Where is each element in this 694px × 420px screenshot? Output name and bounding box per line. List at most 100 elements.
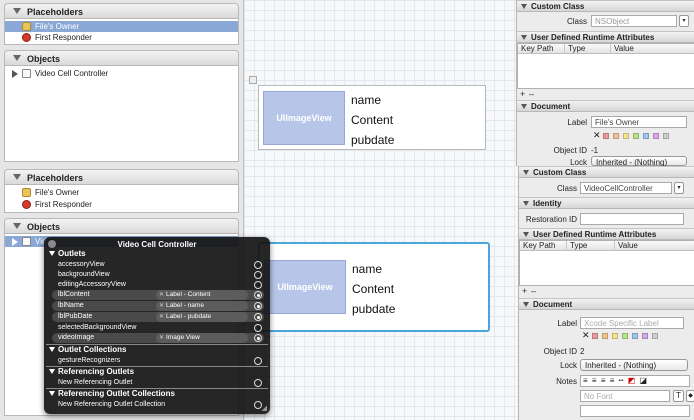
hud-section-referencing-outlet-collections[interactable]: Referencing Outlet Collections bbox=[46, 389, 268, 399]
hud-outlet-row-connected[interactable]: lblContent ✕ Label - Content bbox=[52, 290, 264, 300]
font-size-stepper[interactable]: ◆ bbox=[686, 390, 694, 402]
connection-circle-icon[interactable] bbox=[254, 334, 262, 342]
disclosure-triangle-icon[interactable] bbox=[12, 238, 18, 246]
top-class-dropdown[interactable]: ▾ bbox=[679, 15, 689, 27]
hud-outlet-row-connected[interactable]: lblPubDate ✕ Label - pubdate bbox=[52, 312, 264, 322]
align-justify-icon[interactable]: ≡ bbox=[610, 376, 616, 385]
top-add-attribute-button[interactable]: + bbox=[520, 89, 525, 99]
top-class-field[interactable]: NSObject bbox=[591, 15, 677, 27]
resize-handle[interactable] bbox=[249, 76, 257, 84]
top-udra-table[interactable]: Key Path Type Value bbox=[517, 43, 694, 89]
hud-section-outlets[interactable]: Outlets bbox=[46, 249, 268, 259]
align-center-icon[interactable]: ≡ bbox=[592, 376, 598, 385]
color-swatch-gray[interactable] bbox=[663, 133, 669, 139]
bottom-font-field[interactable]: No Font bbox=[580, 390, 670, 402]
connection-circle-icon[interactable] bbox=[254, 379, 262, 387]
connection-target-pill[interactable]: ✕ Image View bbox=[156, 333, 248, 343]
align-right-icon[interactable]: ≡ bbox=[601, 376, 607, 385]
bottom-lock-popup[interactable]: Inherited - (Nothing) bbox=[580, 359, 688, 371]
disconnect-icon[interactable]: ✕ bbox=[159, 290, 164, 300]
top-image-view[interactable]: UIImageView bbox=[263, 91, 345, 145]
color-swatch-red[interactable] bbox=[592, 333, 598, 339]
connection-circle-icon[interactable] bbox=[254, 302, 262, 310]
bottom-identity-header[interactable]: Identity bbox=[519, 197, 694, 209]
outline-item-files-owner[interactable]: File's Owner bbox=[5, 187, 238, 198]
color-swatch-yellow[interactable] bbox=[612, 333, 618, 339]
outline-item-video-cell-controller[interactable]: Video Cell Controller bbox=[5, 68, 238, 79]
bottom-class-field[interactable]: VideoCellController bbox=[580, 182, 672, 194]
hud-outlet-row[interactable]: accessoryView bbox=[52, 260, 264, 270]
color-swatch-green[interactable] bbox=[622, 333, 628, 339]
color-swatch-orange[interactable] bbox=[613, 133, 619, 139]
bottom-restoration-id-field[interactable] bbox=[580, 213, 684, 225]
bottom-label-pubdate[interactable]: pubdate bbox=[352, 302, 395, 316]
bottom-udra-table[interactable]: Key Path Type Value bbox=[519, 240, 694, 286]
color-swatch-red[interactable] bbox=[603, 133, 609, 139]
hud-outlet-row-connected[interactable]: lblName ✕ Label - name bbox=[52, 301, 264, 311]
top-label-name[interactable]: name bbox=[351, 93, 381, 107]
top-custom-class-header[interactable]: Custom Class bbox=[517, 0, 694, 12]
background-color-icon[interactable]: ◪ bbox=[639, 376, 648, 385]
top-label-content[interactable]: Content bbox=[351, 113, 393, 127]
connection-circle-icon[interactable] bbox=[254, 281, 262, 289]
line-spacing-icon[interactable]: ┅ bbox=[619, 376, 625, 385]
connection-circle-icon[interactable] bbox=[254, 291, 262, 299]
bottom-table-view-cell[interactable]: UIImageView name Content pubdate bbox=[258, 242, 490, 332]
text-color-icon[interactable]: ◩ bbox=[628, 376, 637, 385]
hud-outlet-row[interactable]: backgroundView bbox=[52, 270, 264, 280]
hud-outlet-row[interactable]: New Referencing Outlet bbox=[52, 378, 264, 388]
color-swatch-yellow[interactable] bbox=[623, 133, 629, 139]
bottom-objects-header[interactable]: Objects bbox=[4, 218, 239, 234]
connection-circle-icon[interactable] bbox=[254, 357, 262, 365]
top-document-header[interactable]: Document bbox=[517, 100, 694, 112]
bottom-document-header[interactable]: Document bbox=[519, 298, 694, 310]
connection-circle-icon[interactable] bbox=[254, 271, 262, 279]
hud-outlet-row[interactable]: New Referencing Outlet Collection bbox=[52, 400, 264, 410]
bottom-add-attribute-button[interactable]: + bbox=[522, 286, 527, 296]
font-picker-icon[interactable]: T bbox=[673, 390, 684, 402]
connection-circle-icon[interactable] bbox=[254, 313, 262, 321]
color-swatch-purple[interactable] bbox=[653, 133, 659, 139]
align-left-icon[interactable]: ≡ bbox=[583, 376, 589, 385]
color-swatch-gray[interactable] bbox=[652, 333, 658, 339]
disconnect-icon[interactable]: ✕ bbox=[159, 333, 164, 343]
clear-color-icon[interactable]: ✕ bbox=[582, 330, 590, 341]
bottom-custom-class-header[interactable]: Custom Class bbox=[519, 166, 694, 178]
connection-target-pill[interactable]: ✕ Label - name bbox=[156, 301, 248, 311]
top-objects-header[interactable]: Objects bbox=[4, 50, 239, 66]
color-swatch-blue[interactable] bbox=[632, 333, 638, 339]
hud-section-referencing-outlets[interactable]: Referencing Outlets bbox=[46, 367, 268, 377]
top-udra-header[interactable]: User Defined Runtime Attributes bbox=[517, 31, 694, 43]
bottom-remove-attribute-button[interactable]: – bbox=[531, 286, 536, 296]
color-swatch-purple[interactable] bbox=[642, 333, 648, 339]
clear-color-icon[interactable]: ✕ bbox=[593, 130, 601, 141]
top-label-pubdate[interactable]: pubdate bbox=[351, 133, 394, 147]
bottom-canvas[interactable]: UIImageView name Content pubdate bbox=[244, 166, 518, 420]
top-table-view-cell[interactable]: UIImageView name Content pubdate bbox=[258, 85, 486, 150]
connection-circle-icon[interactable] bbox=[254, 261, 262, 269]
bottom-udra-header[interactable]: User Defined Runtime Attributes bbox=[519, 228, 694, 240]
hud-outlet-row[interactable]: editingAccessoryView bbox=[52, 280, 264, 290]
bottom-class-dropdown[interactable]: ▾ bbox=[674, 182, 684, 194]
hud-outlet-row-connected[interactable]: videoImage ✕ Image View bbox=[52, 333, 264, 343]
resize-grip-icon[interactable]: ◢ bbox=[262, 404, 267, 412]
bottom-label-name[interactable]: name bbox=[352, 262, 382, 276]
top-canvas[interactable]: UIImageView name Content pubdate bbox=[244, 0, 516, 166]
outline-item-files-owner[interactable]: File's Owner bbox=[5, 21, 238, 32]
connection-target-pill[interactable]: ✕ Label - Content bbox=[156, 290, 248, 300]
connection-target-pill[interactable]: ✕ Label - pubdate bbox=[156, 312, 248, 322]
bottom-doc-label-field[interactable]: Xcode Specific Label bbox=[580, 317, 684, 329]
bottom-notes-field[interactable] bbox=[580, 405, 690, 417]
bottom-image-view[interactable]: UIImageView bbox=[264, 260, 346, 314]
outline-item-first-responder[interactable]: First Responder bbox=[5, 199, 238, 210]
hud-section-outlet-collections[interactable]: Outlet Collections bbox=[46, 345, 268, 355]
hud-outlet-row[interactable]: selectedBackgroundView bbox=[52, 323, 264, 333]
hud-outlet-row[interactable]: gestureRecognizers bbox=[52, 356, 264, 366]
top-lock-popup[interactable]: Inherited - (Nothing) bbox=[591, 156, 687, 167]
disconnect-icon[interactable]: ✕ bbox=[159, 301, 164, 311]
bottom-placeholders-header[interactable]: Placeholders bbox=[4, 169, 239, 185]
top-remove-attribute-button[interactable]: – bbox=[529, 89, 534, 99]
color-swatch-green[interactable] bbox=[633, 133, 639, 139]
color-swatch-orange[interactable] bbox=[602, 333, 608, 339]
disconnect-icon[interactable]: ✕ bbox=[159, 312, 164, 322]
